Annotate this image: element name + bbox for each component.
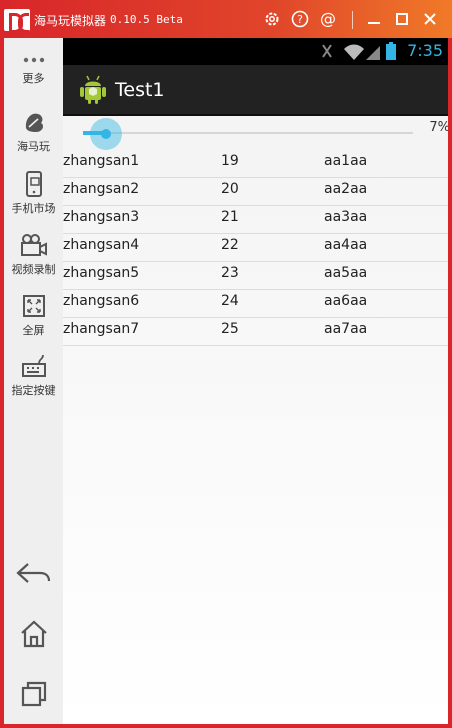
sidebar-label-keymap: 指定按键 — [11, 384, 56, 397]
sidebar-item-keymap[interactable]: 指定按键 — [4, 352, 63, 398]
nav-home-button[interactable] — [4, 618, 63, 650]
seekbar-track[interactable] — [83, 132, 413, 134]
list-item-code: aa1aa — [324, 153, 368, 169]
list-item-code: aa5aa — [324, 265, 368, 281]
haima-logo-icon — [4, 9, 30, 33]
list-item-code: aa2aa — [324, 181, 368, 197]
sidebar-label-haima: 海马玩 — [17, 140, 50, 153]
nav-back-button[interactable] — [4, 558, 63, 588]
sidebar-label-fullscreen: 全屏 — [22, 324, 45, 337]
battery-icon — [386, 42, 396, 60]
user-list: zhangsan1 19 aa1aa zhangsan2 20 aa2aa zh… — [63, 150, 448, 346]
list-item-code: aa3aa — [324, 209, 368, 225]
at-icon[interactable]: @ — [318, 9, 338, 30]
list-item-code: aa4aa — [324, 237, 368, 253]
close-icon[interactable] — [420, 10, 440, 30]
gear-icon[interactable] — [262, 10, 282, 30]
list-item-name: zhangsan2 — [63, 181, 140, 197]
signal-icon — [366, 46, 380, 60]
sidebar-item-market[interactable]: 手机市场 — [4, 170, 63, 216]
haima-icon — [25, 113, 43, 132]
list-item-name: zhangsan6 — [63, 293, 140, 309]
status-clock: 7:35 — [407, 41, 443, 60]
action-bar-title: Test1 — [115, 79, 165, 101]
list-item[interactable]: zhangsan5 23 aa5aa — [63, 262, 448, 290]
list-item-name: zhangsan3 — [63, 209, 140, 225]
emulator-sidebar: 更多 海马玩 手机市场 视频录制 全屏 指定按键 — [4, 38, 63, 724]
maximize-icon[interactable] — [392, 10, 412, 30]
svg-text:?: ? — [297, 13, 303, 26]
list-item-age: 21 — [221, 209, 239, 225]
nav-recent-apps-button[interactable] — [4, 678, 63, 710]
sidebar-item-more[interactable]: 更多 — [4, 52, 63, 86]
sidebar-label-more: 更多 — [22, 72, 45, 85]
notification-muted-icon — [322, 44, 332, 58]
sidebar-item-fullscreen[interactable]: 全屏 — [4, 292, 63, 338]
status-bar: 7:35 — [63, 38, 448, 65]
recent-apps-icon — [21, 681, 46, 707]
keyboard-icon — [21, 354, 46, 377]
home-icon — [20, 620, 47, 648]
toolbar-separator — [352, 11, 353, 29]
sidebar-item-video-record[interactable]: 视频录制 — [4, 231, 63, 277]
market-icon — [25, 171, 42, 197]
sidebar-item-haima[interactable]: 海马玩 — [4, 108, 63, 154]
list-item-name: zhangsan1 — [63, 153, 140, 169]
list-item-age: 19 — [221, 153, 239, 169]
android-app-icon — [80, 75, 106, 104]
list-item[interactable]: zhangsan4 22 aa4aa — [63, 234, 448, 262]
list-item-age: 24 — [221, 293, 239, 309]
fullscreen-icon — [22, 295, 45, 317]
list-item-code: aa7aa — [324, 321, 368, 337]
minimize-icon[interactable] — [364, 10, 384, 30]
list-item[interactable]: zhangsan2 20 aa2aa — [63, 178, 448, 206]
app-name: 海马玩模拟器 — [34, 14, 107, 28]
list-item-age: 23 — [221, 265, 239, 281]
seekbar-percent-label: 7% — [429, 120, 448, 135]
list-item-age: 25 — [221, 321, 239, 337]
video-record-icon — [20, 234, 47, 256]
list-item-age: 20 — [221, 181, 239, 197]
window-frame-bottom — [0, 724, 452, 728]
emulator-title-bar: 海马玩模拟器 0.10.5 Beta ? @ — [0, 0, 452, 38]
list-item[interactable]: zhangsan7 25 aa7aa — [63, 318, 448, 346]
action-bar: Test1 — [63, 65, 448, 116]
back-icon — [15, 563, 50, 583]
sidebar-label-market: 手机市场 — [11, 202, 56, 215]
list-item-age: 22 — [221, 237, 239, 253]
list-item-name: zhangsan5 — [63, 265, 140, 281]
list-item-name: zhangsan7 — [63, 321, 140, 337]
android-screen: 7:35 Test1 7% zhangsan1 19 aa1aa zhangsa… — [63, 38, 448, 724]
seekbar-thumb[interactable] — [90, 118, 123, 150]
list-item[interactable]: zhangsan1 19 aa1aa — [63, 150, 448, 178]
app-version: 0.10.5 Beta — [110, 13, 183, 26]
list-item-name: zhangsan4 — [63, 237, 140, 253]
list-item-code: aa6aa — [324, 293, 368, 309]
more-icon — [23, 57, 44, 63]
list-item[interactable]: zhangsan6 24 aa6aa — [63, 290, 448, 318]
wifi-icon — [344, 44, 364, 60]
svg-text:@: @ — [320, 10, 336, 28]
help-icon[interactable]: ? — [290, 10, 310, 30]
sidebar-label-video-record: 视频录制 — [11, 263, 56, 276]
list-item[interactable]: zhangsan3 21 aa3aa — [63, 206, 448, 234]
